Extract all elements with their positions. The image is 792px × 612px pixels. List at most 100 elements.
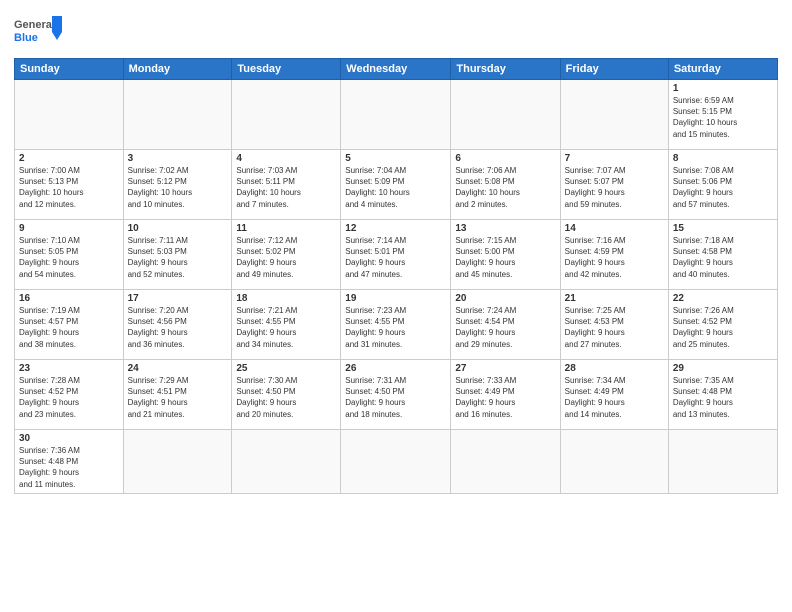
- calendar-cell: [451, 80, 560, 150]
- calendar-cell: 13Sunrise: 7:15 AM Sunset: 5:00 PM Dayli…: [451, 220, 560, 290]
- calendar-cell: 24Sunrise: 7:29 AM Sunset: 4:51 PM Dayli…: [123, 360, 232, 430]
- calendar-cell: 12Sunrise: 7:14 AM Sunset: 5:01 PM Dayli…: [341, 220, 451, 290]
- day-number: 3: [128, 153, 228, 164]
- calendar-cell: 4Sunrise: 7:03 AM Sunset: 5:11 PM Daylig…: [232, 150, 341, 220]
- day-number: 16: [19, 293, 119, 304]
- svg-text:General: General: [14, 19, 55, 31]
- calendar-cell: [451, 430, 560, 494]
- day-number: 12: [345, 223, 446, 234]
- day-number: 9: [19, 223, 119, 234]
- day-info: Sunrise: 7:33 AM Sunset: 4:49 PM Dayligh…: [455, 375, 555, 420]
- day-number: 10: [128, 223, 228, 234]
- weekday-header: Sunday: [15, 59, 124, 80]
- day-info: Sunrise: 7:30 AM Sunset: 4:50 PM Dayligh…: [236, 375, 336, 420]
- day-number: 25: [236, 363, 336, 374]
- weekday-header: Thursday: [451, 59, 560, 80]
- calendar-week-row: 9Sunrise: 7:10 AM Sunset: 5:05 PM Daylig…: [15, 220, 778, 290]
- day-info: Sunrise: 7:12 AM Sunset: 5:02 PM Dayligh…: [236, 235, 336, 280]
- day-number: 30: [19, 433, 119, 444]
- day-info: Sunrise: 7:03 AM Sunset: 5:11 PM Dayligh…: [236, 165, 336, 210]
- day-number: 8: [673, 153, 773, 164]
- day-info: Sunrise: 7:28 AM Sunset: 4:52 PM Dayligh…: [19, 375, 119, 420]
- calendar-cell: [123, 80, 232, 150]
- weekday-header: Wednesday: [341, 59, 451, 80]
- weekday-header: Saturday: [668, 59, 777, 80]
- day-number: 17: [128, 293, 228, 304]
- calendar-cell: 20Sunrise: 7:24 AM Sunset: 4:54 PM Dayli…: [451, 290, 560, 360]
- logo-svg: General Blue: [14, 14, 64, 52]
- calendar-cell: 18Sunrise: 7:21 AM Sunset: 4:55 PM Dayli…: [232, 290, 341, 360]
- calendar-cell: 16Sunrise: 7:19 AM Sunset: 4:57 PM Dayli…: [15, 290, 124, 360]
- day-info: Sunrise: 6:59 AM Sunset: 5:15 PM Dayligh…: [673, 95, 773, 140]
- day-info: Sunrise: 7:00 AM Sunset: 5:13 PM Dayligh…: [19, 165, 119, 210]
- calendar-week-row: 16Sunrise: 7:19 AM Sunset: 4:57 PM Dayli…: [15, 290, 778, 360]
- calendar-cell: 6Sunrise: 7:06 AM Sunset: 5:08 PM Daylig…: [451, 150, 560, 220]
- day-info: Sunrise: 7:35 AM Sunset: 4:48 PM Dayligh…: [673, 375, 773, 420]
- calendar-table: SundayMondayTuesdayWednesdayThursdayFrid…: [14, 58, 778, 494]
- day-number: 27: [455, 363, 555, 374]
- svg-text:Blue: Blue: [14, 32, 38, 44]
- day-info: Sunrise: 7:16 AM Sunset: 4:59 PM Dayligh…: [565, 235, 664, 280]
- day-number: 23: [19, 363, 119, 374]
- day-info: Sunrise: 7:19 AM Sunset: 4:57 PM Dayligh…: [19, 305, 119, 350]
- day-number: 1: [673, 83, 773, 94]
- calendar-week-row: 23Sunrise: 7:28 AM Sunset: 4:52 PM Dayli…: [15, 360, 778, 430]
- day-number: 21: [565, 293, 664, 304]
- calendar-cell: [668, 430, 777, 494]
- day-number: 5: [345, 153, 446, 164]
- calendar-cell: 15Sunrise: 7:18 AM Sunset: 4:58 PM Dayli…: [668, 220, 777, 290]
- calendar-cell: 8Sunrise: 7:08 AM Sunset: 5:06 PM Daylig…: [668, 150, 777, 220]
- day-info: Sunrise: 7:21 AM Sunset: 4:55 PM Dayligh…: [236, 305, 336, 350]
- calendar-cell: 25Sunrise: 7:30 AM Sunset: 4:50 PM Dayli…: [232, 360, 341, 430]
- calendar-cell: 19Sunrise: 7:23 AM Sunset: 4:55 PM Dayli…: [341, 290, 451, 360]
- day-number: 20: [455, 293, 555, 304]
- day-number: 28: [565, 363, 664, 374]
- weekday-header: Monday: [123, 59, 232, 80]
- calendar-week-row: 2Sunrise: 7:00 AM Sunset: 5:13 PM Daylig…: [15, 150, 778, 220]
- calendar-cell: [341, 80, 451, 150]
- calendar-cell: 11Sunrise: 7:12 AM Sunset: 5:02 PM Dayli…: [232, 220, 341, 290]
- day-number: 6: [455, 153, 555, 164]
- day-info: Sunrise: 7:14 AM Sunset: 5:01 PM Dayligh…: [345, 235, 446, 280]
- calendar-cell: 1Sunrise: 6:59 AM Sunset: 5:15 PM Daylig…: [668, 80, 777, 150]
- page: General Blue SundayMondayTuesdayWednesda…: [0, 0, 792, 612]
- day-info: Sunrise: 7:26 AM Sunset: 4:52 PM Dayligh…: [673, 305, 773, 350]
- day-info: Sunrise: 7:06 AM Sunset: 5:08 PM Dayligh…: [455, 165, 555, 210]
- calendar-week-row: 1Sunrise: 6:59 AM Sunset: 5:15 PM Daylig…: [15, 80, 778, 150]
- day-info: Sunrise: 7:29 AM Sunset: 4:51 PM Dayligh…: [128, 375, 228, 420]
- day-number: 4: [236, 153, 336, 164]
- day-info: Sunrise: 7:34 AM Sunset: 4:49 PM Dayligh…: [565, 375, 664, 420]
- calendar-cell: 3Sunrise: 7:02 AM Sunset: 5:12 PM Daylig…: [123, 150, 232, 220]
- day-info: Sunrise: 7:04 AM Sunset: 5:09 PM Dayligh…: [345, 165, 446, 210]
- calendar-cell: 9Sunrise: 7:10 AM Sunset: 5:05 PM Daylig…: [15, 220, 124, 290]
- day-number: 2: [19, 153, 119, 164]
- day-number: 18: [236, 293, 336, 304]
- calendar-cell: 7Sunrise: 7:07 AM Sunset: 5:07 PM Daylig…: [560, 150, 668, 220]
- calendar-cell: [15, 80, 124, 150]
- day-number: 29: [673, 363, 773, 374]
- calendar-cell: 29Sunrise: 7:35 AM Sunset: 4:48 PM Dayli…: [668, 360, 777, 430]
- day-number: 19: [345, 293, 446, 304]
- weekday-header-row: SundayMondayTuesdayWednesdayThursdayFrid…: [15, 59, 778, 80]
- calendar-cell: [123, 430, 232, 494]
- day-info: Sunrise: 7:23 AM Sunset: 4:55 PM Dayligh…: [345, 305, 446, 350]
- header: General Blue: [14, 10, 778, 52]
- calendar-cell: 26Sunrise: 7:31 AM Sunset: 4:50 PM Dayli…: [341, 360, 451, 430]
- logo: General Blue: [14, 14, 64, 52]
- day-info: Sunrise: 7:24 AM Sunset: 4:54 PM Dayligh…: [455, 305, 555, 350]
- day-info: Sunrise: 7:15 AM Sunset: 5:00 PM Dayligh…: [455, 235, 555, 280]
- weekday-header: Friday: [560, 59, 668, 80]
- day-number: 7: [565, 153, 664, 164]
- day-info: Sunrise: 7:31 AM Sunset: 4:50 PM Dayligh…: [345, 375, 446, 420]
- day-info: Sunrise: 7:25 AM Sunset: 4:53 PM Dayligh…: [565, 305, 664, 350]
- day-info: Sunrise: 7:18 AM Sunset: 4:58 PM Dayligh…: [673, 235, 773, 280]
- calendar-cell: 14Sunrise: 7:16 AM Sunset: 4:59 PM Dayli…: [560, 220, 668, 290]
- day-number: 24: [128, 363, 228, 374]
- calendar-cell: 21Sunrise: 7:25 AM Sunset: 4:53 PM Dayli…: [560, 290, 668, 360]
- calendar-cell: [560, 80, 668, 150]
- calendar-cell: [341, 430, 451, 494]
- day-number: 15: [673, 223, 773, 234]
- day-info: Sunrise: 7:07 AM Sunset: 5:07 PM Dayligh…: [565, 165, 664, 210]
- calendar-cell: 10Sunrise: 7:11 AM Sunset: 5:03 PM Dayli…: [123, 220, 232, 290]
- calendar-cell: 5Sunrise: 7:04 AM Sunset: 5:09 PM Daylig…: [341, 150, 451, 220]
